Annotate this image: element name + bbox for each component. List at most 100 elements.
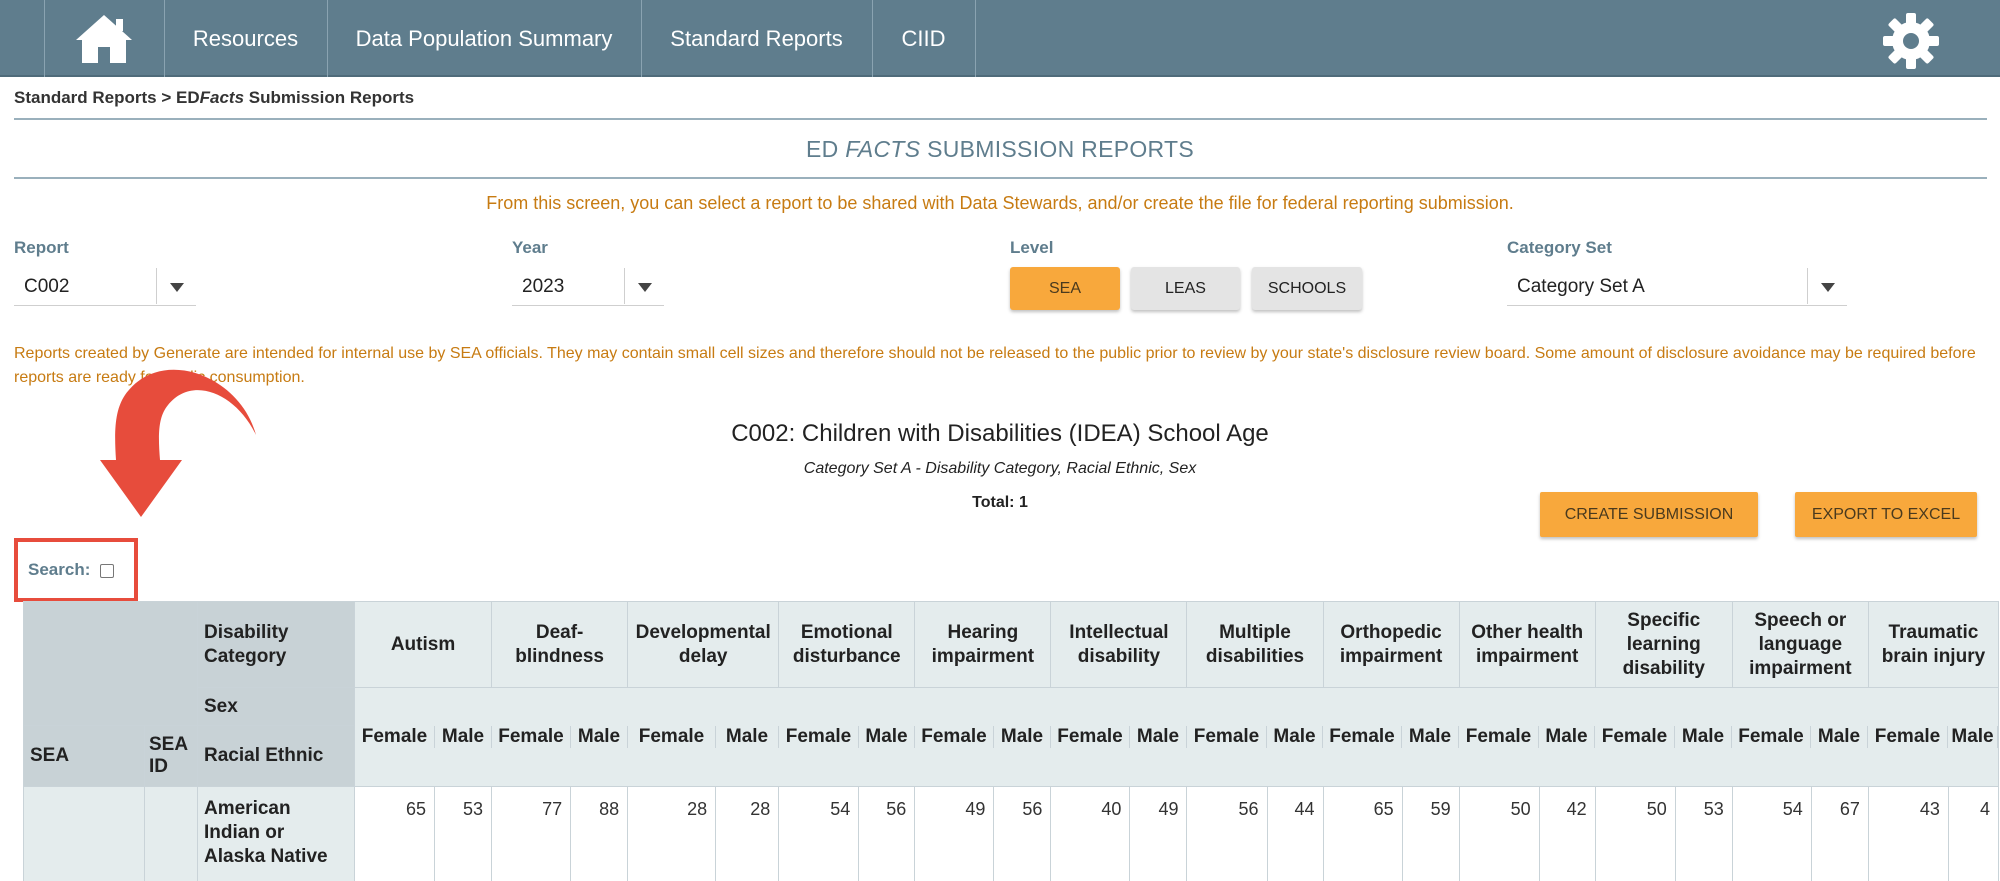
sex-column-header: Female xyxy=(492,726,571,748)
chevron-down-icon xyxy=(638,283,652,292)
category-header: Developmental delay xyxy=(627,601,780,688)
sex-header-row: Female Male Female Male Female Male Female Male… xyxy=(354,687,1999,787)
disclosure-warning: Reports created by Generate are intended… xyxy=(14,345,1976,386)
category-set-select[interactable]: Category Set A xyxy=(1507,268,1847,306)
sex-column-header: Female xyxy=(1051,726,1130,748)
nav-data-population-summary[interactable]: Data Population Summary xyxy=(327,0,641,77)
category-header: Speech or language impairment xyxy=(1731,601,1869,688)
table-cell-sea-id xyxy=(144,786,198,881)
year-select[interactable]: 2023 xyxy=(512,268,664,306)
level-label: Level xyxy=(1010,238,1054,257)
table-cell: 54 xyxy=(778,786,860,881)
home-button[interactable] xyxy=(44,0,164,77)
report-subtitle: Category Set A - Disability Category, Ra… xyxy=(803,460,1197,477)
table-cell: 50 xyxy=(1458,786,1540,881)
sex-column-header: Male xyxy=(1267,726,1323,748)
table-cell: 42 xyxy=(1538,786,1596,881)
sex-column-header: Female xyxy=(779,726,859,748)
report-select[interactable]: C002 xyxy=(14,268,196,306)
top-nav: Resources Data Population Summary Standa… xyxy=(0,0,2000,77)
sex-column-header: Female xyxy=(1732,726,1811,748)
divider xyxy=(14,177,1987,179)
sex-column-header: Male xyxy=(1539,726,1595,748)
table-cell: 56 xyxy=(858,786,916,881)
table-cell: 56 xyxy=(993,786,1052,881)
select-divider xyxy=(1807,268,1808,304)
sex-column-header: Female xyxy=(355,726,435,748)
table-cell: 43 xyxy=(1867,786,1949,881)
sex-column-header: Male xyxy=(859,726,915,748)
category-header: Other health impairment xyxy=(1458,601,1596,688)
table-cell: 50 xyxy=(1594,786,1676,881)
nav-resources[interactable]: Resources xyxy=(164,0,327,77)
category-header: Orthopedic impairment xyxy=(1322,601,1460,688)
breadcrumb: Standard Reports > EDFacts Submission Re… xyxy=(14,88,414,108)
sex-column-header: Male xyxy=(1811,726,1868,748)
table-cell: 54 xyxy=(1731,786,1812,881)
report-label: Report xyxy=(14,238,69,257)
table-cell: 4 xyxy=(1947,786,2000,881)
nav-standard-reports[interactable]: Standard Reports xyxy=(641,0,872,77)
table-cell: 49 xyxy=(1129,786,1188,881)
sex-column-header: Male xyxy=(716,726,779,748)
page-title: ED FACTS SUBMISSION REPORTS xyxy=(0,136,2000,163)
sex-column-header: Female xyxy=(1323,726,1402,748)
category-header: Specific learning disability xyxy=(1594,601,1733,688)
nav-ciid[interactable]: CIID xyxy=(872,0,975,77)
table-cell: 77 xyxy=(491,786,572,881)
table-cell: 88 xyxy=(570,786,629,881)
table-cell: 53 xyxy=(1674,786,1733,881)
sex-label: Sex xyxy=(197,687,355,726)
sex-column-header: Male xyxy=(435,726,492,748)
table-cell: 40 xyxy=(1050,786,1131,881)
sex-column-header: Female xyxy=(915,726,994,748)
sex-column-header: Female xyxy=(1187,726,1267,748)
sex-column-header: Male xyxy=(1130,726,1187,748)
sex-column-header: Female xyxy=(1595,726,1675,748)
table-corner xyxy=(23,601,198,726)
sex-column-header: Female xyxy=(1868,726,1948,748)
report-table: Disability Category Autism Deaf-blindnes… xyxy=(23,601,2000,881)
table-cell: 65 xyxy=(1322,786,1403,881)
sex-column-header: Male xyxy=(571,726,628,748)
intro-text: From this screen, you can select a repor… xyxy=(486,193,1514,213)
divider xyxy=(14,118,1987,120)
table-cell: 28 xyxy=(715,786,780,881)
category-header: Traumatic brain injury xyxy=(1867,601,2000,688)
page-title-prefix: ED xyxy=(805,136,846,162)
category-header: Intellectual disability xyxy=(1050,601,1188,688)
racial-ethnic-label: Racial Ethnic xyxy=(197,725,355,787)
level-leas-button[interactable]: LEAS xyxy=(1131,267,1240,310)
year-select-value: 2023 xyxy=(522,276,565,297)
home-icon xyxy=(76,14,132,63)
sea-id-column-header: SEA ID xyxy=(144,725,198,787)
breadcrumb-italic: Facts xyxy=(199,88,245,107)
category-header: Autism xyxy=(353,601,493,688)
gear-icon xyxy=(1883,13,1939,69)
page-title-italic: FACTS xyxy=(845,136,921,162)
create-submission-button[interactable]: CREATE SUBMISSION xyxy=(1540,492,1758,537)
sex-column-header: Female xyxy=(1459,726,1539,748)
settings-button[interactable] xyxy=(1878,10,1944,72)
chevron-down-icon xyxy=(170,283,184,292)
search-highlight-box: Search: xyxy=(14,538,138,602)
sex-column-header: Male xyxy=(994,726,1051,748)
sex-column-header: Male xyxy=(1402,726,1459,748)
search-label: Search: xyxy=(28,560,91,579)
year-label: Year xyxy=(512,238,548,257)
breadcrumb-prefix[interactable]: Standard Reports > ED xyxy=(14,88,200,107)
search-checkbox[interactable] xyxy=(100,564,114,578)
export-to-excel-button[interactable]: EXPORT TO EXCEL xyxy=(1795,492,1977,537)
table-cell: 59 xyxy=(1401,786,1460,881)
category-header: Deaf-blindness xyxy=(491,601,629,688)
level-schools-button[interactable]: SCHOOLS xyxy=(1252,267,1362,310)
category-header: Hearing impairment xyxy=(914,601,1052,688)
level-sea-button[interactable]: SEA xyxy=(1010,267,1120,310)
sex-column-header: Female xyxy=(628,726,716,748)
select-divider xyxy=(156,268,157,304)
table-cell: 28 xyxy=(627,786,717,881)
category-set-value: Category Set A xyxy=(1517,276,1645,297)
page-title-suffix: SUBMISSION REPORTS xyxy=(920,136,1195,162)
annotation-arrow xyxy=(100,369,256,517)
report-title: C002: Children with Disabilities (IDEA) … xyxy=(731,420,1269,447)
